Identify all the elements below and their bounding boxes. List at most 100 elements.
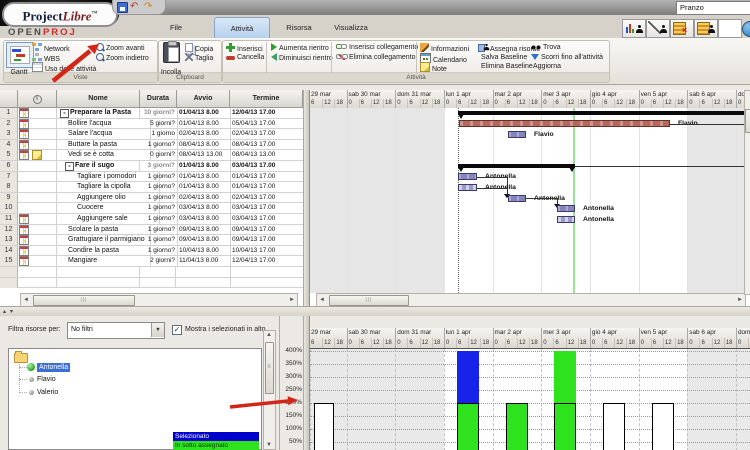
start-cell[interactable]: 08/04/13 13.00 <box>177 150 231 160</box>
chevron-down-icon[interactable]: ▼ <box>151 323 164 337</box>
finish-cell[interactable]: 02/04/13 17.00 <box>230 129 303 139</box>
start-cell[interactable]: 01/04/13 8.00 <box>177 161 231 171</box>
duration-cell[interactable]: 1 giorno <box>140 129 178 139</box>
duration-cell[interactable]: 1 giorno? <box>140 182 178 192</box>
table-row[interactable]: 1-Preparare la Pasta10 giorni?01/04/13 8… <box>0 108 303 119</box>
blank-view-button[interactable] <box>718 19 742 38</box>
table-row[interactable]: 3Salare l'acqua1 giorno02/04/13 8.0002/0… <box>0 129 303 140</box>
informazioni-button[interactable]: Informazioni <box>420 43 469 52</box>
table-row[interactable]: 4Buttare la pasta1 giorno?08/04/13 8.000… <box>0 140 303 151</box>
splitter-collapse-up-icon[interactable]: ▴ <box>3 308 6 315</box>
table-row[interactable]: 13Grattugiare il parmigiano1 giorno?09/0… <box>0 235 303 246</box>
task-name-cell[interactable]: Condire la pasta <box>57 246 151 256</box>
task-name-cell[interactable]: Buttare la pasta <box>57 140 151 150</box>
gantt-vscrollbar-thumb[interactable] <box>745 109 750 133</box>
charts-view-button[interactable] <box>646 19 670 38</box>
histogram-availability-bar[interactable] <box>652 403 674 450</box>
network-button[interactable]: Network <box>32 43 70 52</box>
scroll-right-icon[interactable]: ► <box>289 297 295 303</box>
duration-cell[interactable]: 3 giorni? <box>140 161 178 171</box>
tree-vscrollbar-thumb[interactable]: ≡ <box>265 342 274 394</box>
duration-cell[interactable]: 1 giorno? <box>140 140 178 150</box>
inserisci-collegamento-button[interactable]: Inserisci collegamento <box>336 43 418 52</box>
gantt-hscrollbar-thumb[interactable]: ||| <box>329 295 409 306</box>
start-cell[interactable]: 03/04/13 8.00 <box>177 214 231 224</box>
start-cell[interactable]: 08/04/13 8.00 <box>177 140 231 150</box>
table-row[interactable]: 7Tagliare i pomodori1 giorno?01/04/13 8.… <box>0 172 303 183</box>
aumenta-rientro-button[interactable]: Aumenta rientro <box>271 43 329 52</box>
elimina-baseline-button[interactable]: Elimina Baseline <box>481 62 533 71</box>
summary-bar[interactable] <box>458 164 575 168</box>
finish-cell[interactable]: 08/04/13 13.00 <box>230 150 303 160</box>
task-bar[interactable] <box>458 184 477 191</box>
task-name-cell[interactable]: Mangiare <box>57 256 151 266</box>
histogram-availability-bar[interactable] <box>506 403 528 450</box>
tab-file[interactable]: File <box>156 17 196 38</box>
histogram-availability-bar[interactable] <box>554 403 576 450</box>
tab-attivita[interactable]: Attività <box>214 17 270 39</box>
vertical-splitter[interactable] <box>303 90 310 306</box>
collapse-icon[interactable]: - <box>65 162 74 171</box>
filter-dropdown[interactable]: No filtri ▼ <box>67 322 165 339</box>
duration-cell[interactable]: 1 giorno? <box>140 172 178 182</box>
column-header[interactable]: Durata <box>140 90 177 108</box>
tab-visualizza[interactable]: Visualizza <box>324 17 378 38</box>
start-cell[interactable]: 02/04/13 8.00 <box>177 193 231 203</box>
task-bar[interactable] <box>508 131 526 138</box>
diminuisci-rientro-button[interactable]: Diminuisci rientro <box>271 53 333 62</box>
incolla-button[interactable]: Incolla <box>158 68 184 77</box>
redo-icon[interactable]: ↷ <box>144 1 152 12</box>
resource-item[interactable]: Flavio <box>37 375 56 384</box>
finish-cell[interactable]: 03/04/13 17.00 <box>230 203 303 213</box>
paste-icon[interactable] <box>163 42 180 63</box>
finish-cell[interactable]: 03/04/13 17.00 <box>230 161 303 171</box>
finish-cell[interactable]: 08/04/13 17.00 <box>230 140 303 150</box>
scroll-left-icon[interactable]: ◄ <box>319 297 325 303</box>
scorri-button[interactable]: Scorri fino all'attività <box>531 53 603 62</box>
table-row[interactable]: 2Bollire l'acqua5 giorni?01/04/13 8.0005… <box>0 119 303 130</box>
start-cell[interactable]: 02/04/13 8.00 <box>177 129 231 139</box>
task-name-cell[interactable]: -Fare il sugo <box>57 161 140 171</box>
finish-cell[interactable]: 01/04/13 17.00 <box>230 182 303 192</box>
gantt-view-button[interactable] <box>6 42 34 68</box>
start-cell[interactable]: 01/04/13 8.00 <box>177 172 231 182</box>
start-cell[interactable]: 09/04/13 8.00 <box>177 235 231 245</box>
duration-cell[interactable]: 1 giorno? <box>140 193 178 203</box>
vertical-splitter[interactable] <box>303 316 310 450</box>
table-hscrollbar[interactable]: ◄ ||| ► <box>20 293 298 306</box>
uso-attivita-button[interactable]: Uso delle attività <box>32 62 96 71</box>
table-row[interactable]: 5Vedi se è cotta0 giorni?08/04/13 13.000… <box>0 150 303 161</box>
duration-cell[interactable]: 1 giorno? <box>140 203 178 213</box>
tree-vscrollbar[interactable]: ▲ ≡ ▼ <box>263 330 276 450</box>
taglia-button[interactable]: Taglia <box>185 53 213 62</box>
table-row[interactable]: 9Aggiungere olio1 giorno?02/04/13 8.0002… <box>0 193 303 204</box>
table-row[interactable]: 14Condire la pasta1 giorno?10/04/13 8.00… <box>0 246 303 257</box>
finish-cell[interactable]: 12/04/13 17.00 <box>230 256 303 266</box>
calendario-button[interactable]: Calendario <box>420 53 467 62</box>
show-selected-checkbox[interactable]: ✓ <box>172 325 182 335</box>
start-cell[interactable]: 09/04/13 8.00 <box>177 225 231 235</box>
start-cell[interactable]: 01/04/13 8.00 <box>177 119 231 129</box>
finish-cell[interactable]: 01/04/13 17.00 <box>230 172 303 182</box>
resource-usage-view-button[interactable] <box>694 19 718 38</box>
scroll-down-icon[interactable]: ▼ <box>266 442 272 448</box>
duration-cell[interactable]: 2 giorni? <box>140 256 178 266</box>
resource-item[interactable]: Antonella <box>37 363 70 372</box>
start-cell[interactable]: 01/04/13 8.00 <box>177 182 231 192</box>
finish-cell[interactable]: 12/04/13 17.00 <box>230 108 303 118</box>
table-hscrollbar-thumb[interactable]: ||| <box>33 295 135 306</box>
gantt-vscrollbar[interactable] <box>744 90 750 295</box>
scroll-left-icon[interactable]: ◄ <box>23 297 29 303</box>
finish-cell[interactable]: 02/04/13 17.00 <box>230 193 303 203</box>
finish-cell[interactable]: 05/04/13 17.00 <box>230 119 303 129</box>
column-header[interactable]: Termine <box>230 90 303 108</box>
duration-cell[interactable]: 1 giorno? <box>140 214 178 224</box>
task-name-cell[interactable]: Grattugiare il parmigiano <box>57 235 151 245</box>
task-bar[interactable] <box>557 205 575 212</box>
zoom-avanti-button[interactable]: Zoom avanti <box>96 43 145 52</box>
finish-cell[interactable]: 09/04/13 17.00 <box>230 235 303 245</box>
column-header[interactable] <box>0 90 18 108</box>
task-bar[interactable] <box>459 120 670 127</box>
gantt-hscrollbar[interactable]: ◄ ||| ► <box>316 293 746 306</box>
task-name-cell[interactable]: Scolare la pasta <box>57 225 151 235</box>
